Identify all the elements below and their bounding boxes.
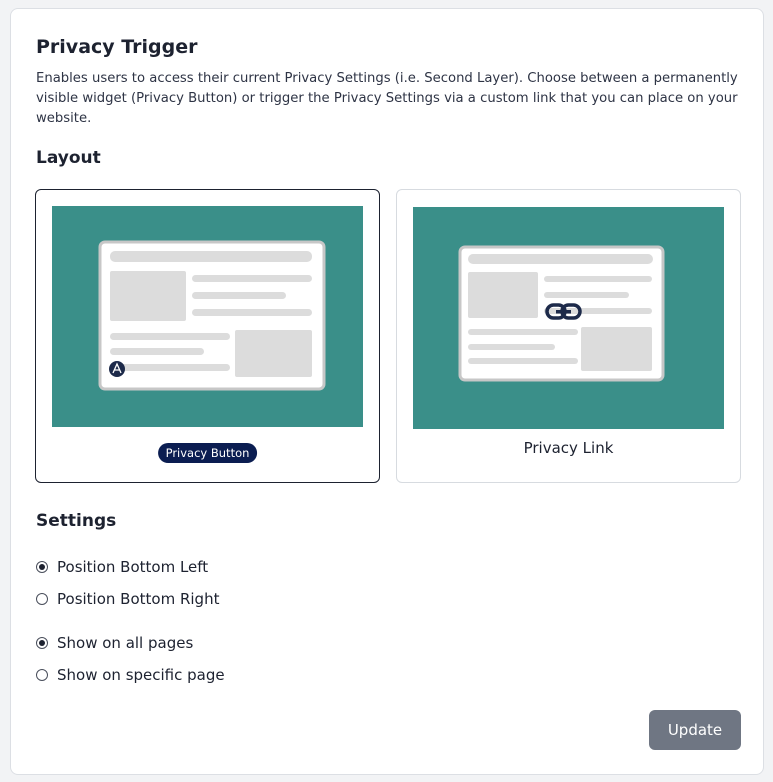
privacy-trigger-card: Privacy Trigger Enables users to access … [10,8,764,775]
privacy-link-preview-illustration [413,207,724,429]
settings-section-title: Settings [36,511,117,531]
privacy-button-label: Privacy Button [157,443,258,463]
privacy-button-preview-illustration [52,206,363,427]
layout-option-privacy-link[interactable]: Privacy Link [396,189,741,483]
radio-circle[interactable] [36,669,48,681]
update-button[interactable]: Update [649,710,741,750]
radio-label: Position Bottom Left [57,558,209,576]
page-description: Enables users to access their current Pr… [36,71,738,126]
privacy-button-icon [109,361,125,377]
page-title: Privacy Trigger [36,36,198,58]
radio-label: Show on specific page [57,666,225,684]
radio-position-bottom-left[interactable]: Position Bottom Left [36,556,208,578]
radio-show-on-all-pages[interactable]: Show on all pages [36,632,193,654]
radio-circle[interactable] [36,561,48,573]
radio-show-on-specific-page[interactable]: Show on specific page [36,664,225,686]
layout-section-title: Layout [36,148,101,168]
radio-circle[interactable] [36,593,48,605]
radio-label: Position Bottom Right [57,590,220,608]
radio-label: Show on all pages [57,634,194,652]
radio-circle[interactable] [36,637,48,649]
privacy-link-label: Privacy Link [523,439,614,457]
radio-position-bottom-right[interactable]: Position Bottom Right [36,588,219,610]
layout-option-privacy-button[interactable]: Privacy Button [35,189,380,483]
